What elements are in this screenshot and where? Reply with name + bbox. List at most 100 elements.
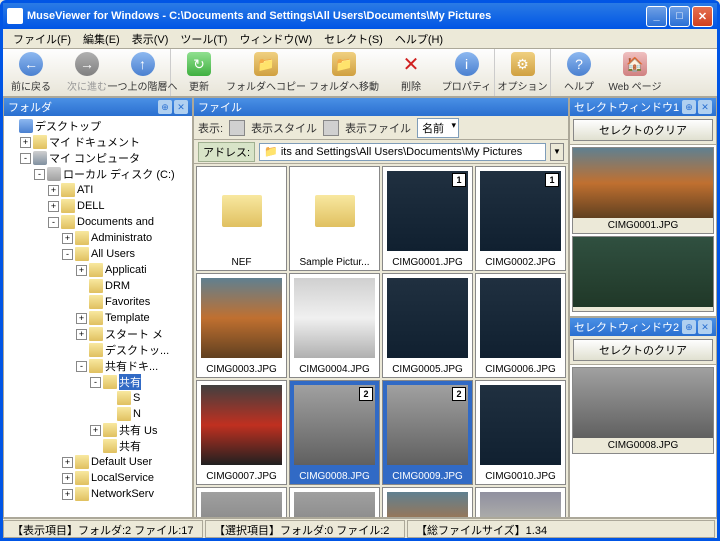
- tree-node[interactable]: DRM: [6, 278, 190, 294]
- thumbnail-item[interactable]: [475, 487, 566, 517]
- tree-node[interactable]: - 共有ドキ...: [6, 358, 190, 374]
- property-button[interactable]: iプロパティ: [439, 49, 495, 96]
- tree-label[interactable]: DRM: [105, 280, 130, 292]
- thumbnail-item[interactable]: [196, 487, 287, 517]
- tree-label[interactable]: デスクトップ: [35, 118, 101, 134]
- tree-node[interactable]: N: [6, 406, 190, 422]
- tree-node[interactable]: + マイ ドキュメント: [6, 134, 190, 150]
- refresh-button[interactable]: ↻更新: [171, 49, 227, 96]
- tree-expander-icon[interactable]: +: [76, 329, 87, 340]
- tree-node[interactable]: + Administrato: [6, 230, 190, 246]
- tree-node[interactable]: Favorites: [6, 294, 190, 310]
- thumbnail-item[interactable]: Sample Pictur...: [289, 166, 380, 271]
- tree-node[interactable]: - All Users: [6, 246, 190, 262]
- tree-label[interactable]: Favorites: [105, 296, 150, 308]
- move-button[interactable]: 📁フォルダへ移動: [305, 49, 383, 96]
- panel-close-icon[interactable]: ✕: [174, 100, 188, 114]
- tree-node[interactable]: +NetworkServ: [6, 486, 190, 502]
- tree-expander-icon[interactable]: -: [34, 169, 45, 180]
- tree-node[interactable]: -ローカル ディスク (C:): [6, 166, 190, 182]
- tree-node[interactable]: -共有: [6, 374, 190, 390]
- tree-node[interactable]: -Documents and: [6, 214, 190, 230]
- tree-label[interactable]: 共有: [119, 374, 141, 390]
- tree-label[interactable]: ATI: [77, 184, 93, 196]
- tree-label[interactable]: デスクトッ...: [105, 342, 169, 358]
- view-filter-icon[interactable]: [323, 120, 339, 136]
- pin-icon[interactable]: ⊕: [682, 100, 696, 114]
- tree-expander-icon[interactable]: -: [48, 217, 59, 228]
- thumbnail-grid[interactable]: NEFSample Pictur...1CIMG0001.JPG1CIMG000…: [194, 164, 568, 517]
- tree-node[interactable]: + ATI: [6, 182, 190, 198]
- menu-select[interactable]: セレクト(S): [318, 29, 389, 49]
- tree-label[interactable]: S: [133, 392, 140, 404]
- web-button[interactable]: 🏠Web ページ: [607, 49, 663, 96]
- select-thumb[interactable]: [572, 236, 714, 312]
- menu-help[interactable]: ヘルプ(H): [389, 29, 449, 49]
- option-button[interactable]: ⚙オプション: [495, 49, 551, 96]
- thumbnail-item[interactable]: CIMG0006.JPG: [475, 273, 566, 378]
- thumbnail-item[interactable]: 1CIMG0001.JPG: [382, 166, 473, 271]
- delete-button[interactable]: ✕削除: [383, 49, 439, 96]
- tree-expander-icon[interactable]: +: [62, 473, 73, 484]
- tree-label[interactable]: マイ コンピュータ: [49, 150, 140, 166]
- tree-node[interactable]: +共有 Us: [6, 422, 190, 438]
- tree-label[interactable]: マイ ドキュメント: [49, 134, 140, 150]
- sort-combo[interactable]: 名前: [417, 118, 459, 138]
- thumbnail-item[interactable]: [382, 487, 473, 517]
- tree-label[interactable]: 共有ドキ...: [105, 358, 158, 374]
- thumbnail-item[interactable]: 2CIMG0008.JPG: [289, 380, 380, 485]
- panel-close-icon[interactable]: ✕: [698, 100, 712, 114]
- tree-expander-icon[interactable]: -: [62, 249, 73, 260]
- tree-expander-icon[interactable]: +: [76, 313, 87, 324]
- tree-label[interactable]: Template: [105, 312, 150, 324]
- pin-icon[interactable]: ⊕: [158, 100, 172, 114]
- thumbnail-item[interactable]: NEF: [196, 166, 287, 271]
- maximize-button[interactable]: □: [669, 6, 690, 27]
- thumbnail-item[interactable]: CIMG0007.JPG: [196, 380, 287, 485]
- tree-label[interactable]: Administrato: [91, 232, 152, 244]
- tree-label[interactable]: 共有: [119, 438, 141, 454]
- minimize-button[interactable]: _: [646, 6, 667, 27]
- tree-expander-icon[interactable]: +: [48, 185, 59, 196]
- tree-node[interactable]: デスクトップ: [6, 118, 190, 134]
- menu-window[interactable]: ウィンドウ(W): [233, 29, 318, 49]
- tree-expander-icon[interactable]: +: [62, 233, 73, 244]
- thumbnail-item[interactable]: CIMG0003.JPG: [196, 273, 287, 378]
- pin-icon[interactable]: ⊕: [682, 320, 696, 334]
- tree-node[interactable]: + Applicati: [6, 262, 190, 278]
- help-button[interactable]: ?ヘルプ: [551, 49, 607, 96]
- tree-label[interactable]: Applicati: [105, 264, 147, 276]
- tree-label[interactable]: LocalService: [91, 472, 154, 484]
- menu-edit[interactable]: 編集(E): [77, 29, 126, 49]
- clear-select2-button[interactable]: セレクトのクリア: [573, 339, 713, 361]
- thumbnail-item[interactable]: [289, 487, 380, 517]
- select2-list[interactable]: CIMG0008.JPG: [570, 365, 716, 517]
- tree-label[interactable]: 共有 Us: [119, 422, 158, 438]
- tree-node[interactable]: + LocalService: [6, 470, 190, 486]
- panel-close-icon[interactable]: ✕: [698, 320, 712, 334]
- tree-label[interactable]: Default User: [91, 456, 152, 468]
- tree-label[interactable]: N: [133, 408, 141, 420]
- tree-node[interactable]: +DELL: [6, 198, 190, 214]
- tree-node[interactable]: デスクトッ...: [6, 342, 190, 358]
- tree-expander-icon[interactable]: -: [76, 361, 87, 372]
- tree-expander-icon[interactable]: +: [76, 265, 87, 276]
- tree-expander-icon[interactable]: +: [62, 457, 73, 468]
- clear-select1-button[interactable]: セレクトのクリア: [573, 119, 713, 141]
- tree-node[interactable]: S: [6, 390, 190, 406]
- address-input[interactable]: 📁 its and Settings\All Users\Documents\M…: [259, 143, 546, 161]
- thumbnail-item[interactable]: 1CIMG0002.JPG: [475, 166, 566, 271]
- tree-node[interactable]: +スタート メ: [6, 326, 190, 342]
- thumbnail-item[interactable]: CIMG0004.JPG: [289, 273, 380, 378]
- select-thumb[interactable]: CIMG0008.JPG: [572, 367, 714, 454]
- thumbnail-item[interactable]: CIMG0010.JPG: [475, 380, 566, 485]
- tree-expander-icon[interactable]: +: [48, 201, 59, 212]
- select1-list[interactable]: CIMG0001.JPG: [570, 145, 716, 316]
- address-dropdown-icon[interactable]: ▼: [550, 143, 564, 161]
- tree-expander-icon[interactable]: -: [20, 153, 31, 164]
- tree-label[interactable]: All Users: [91, 248, 135, 260]
- menu-view[interactable]: 表示(V): [126, 29, 175, 49]
- thumbnail-item[interactable]: CIMG0005.JPG: [382, 273, 473, 378]
- folder-tree[interactable]: デスクトップ+マイ ドキュメント-マイ コンピュータ-ローカル ディスク (C:…: [4, 116, 192, 517]
- tree-expander-icon[interactable]: +: [20, 137, 31, 148]
